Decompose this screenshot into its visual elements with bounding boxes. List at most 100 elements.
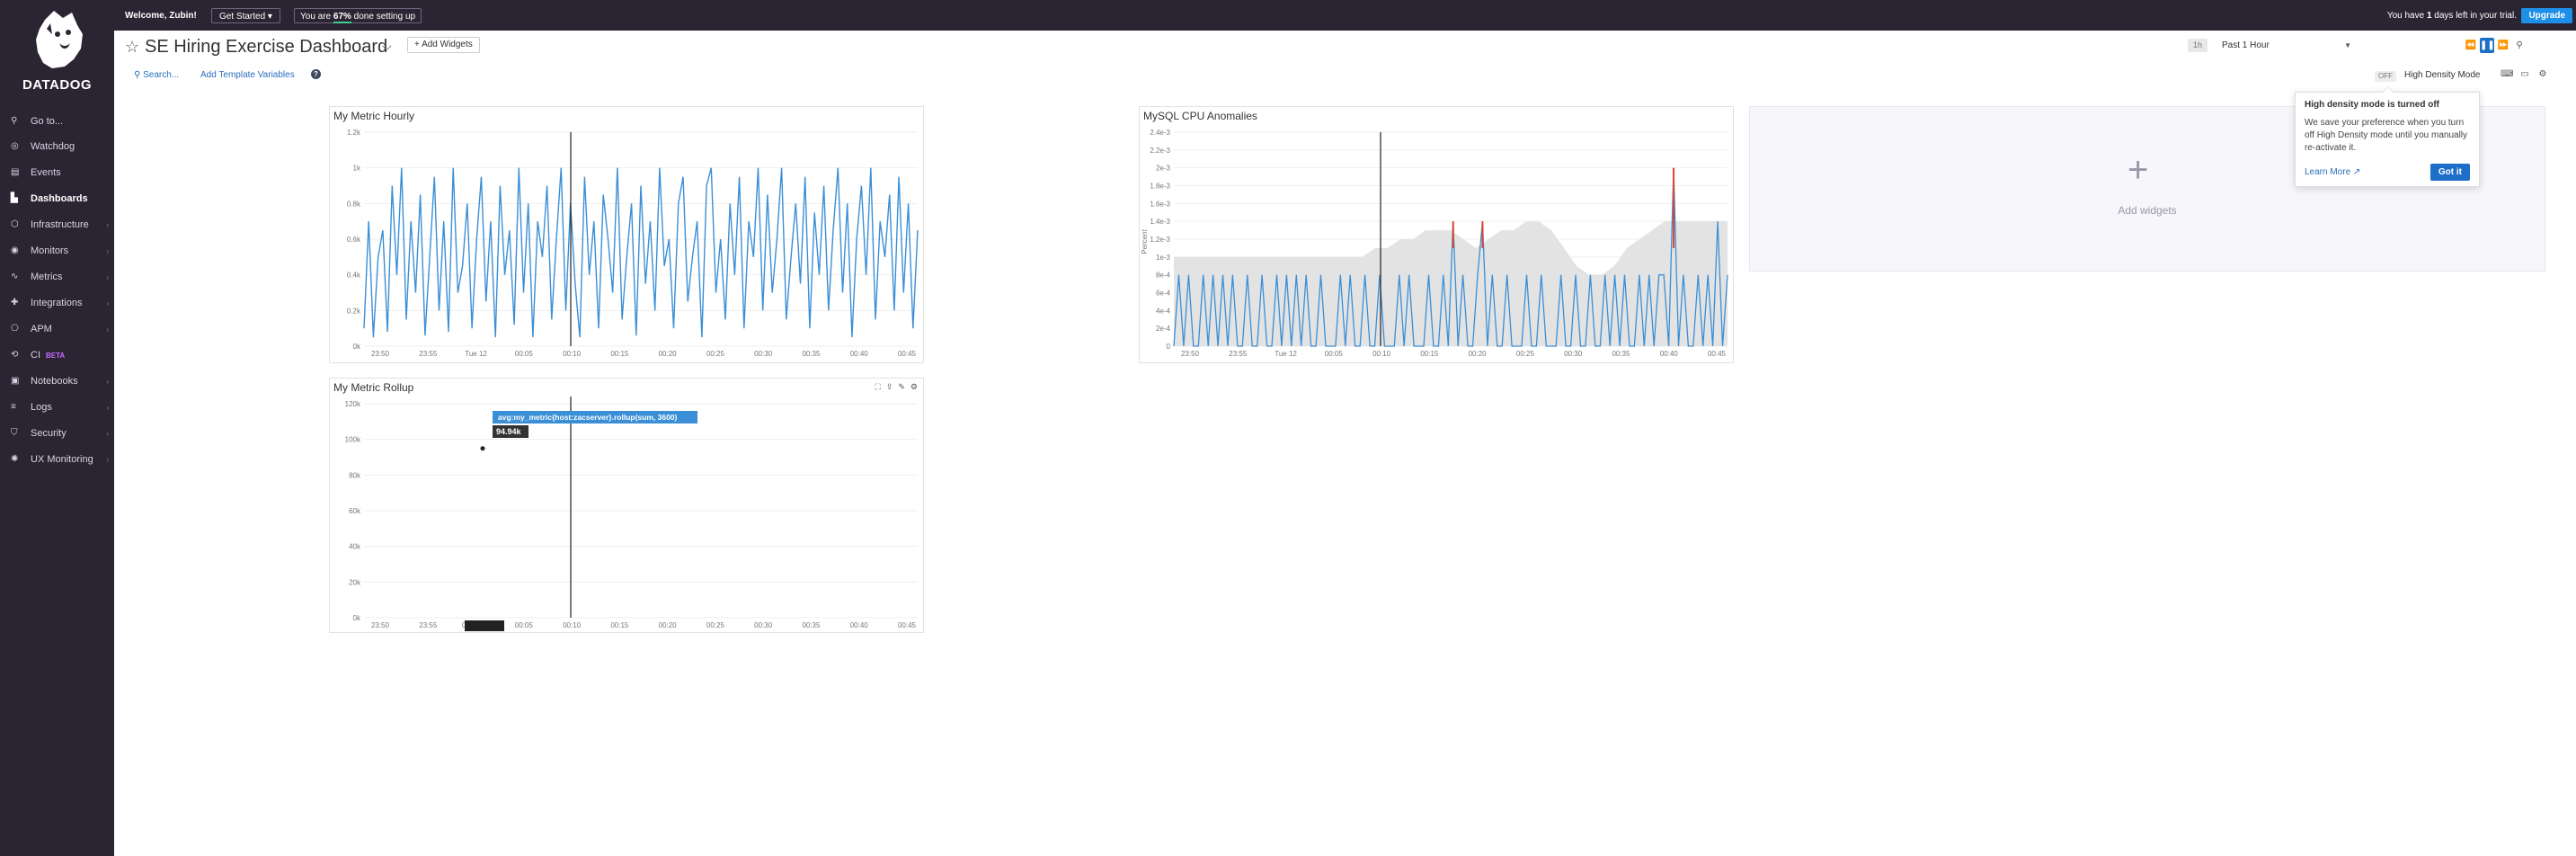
high-density-label: High Density Mode	[2404, 70, 2481, 80]
got-it-button[interactable]: Got it	[2429, 164, 2470, 181]
x-tick-label: 23:55	[419, 621, 438, 629]
x-tick-label: 00:15	[610, 350, 629, 358]
high-density-toggle[interactable]: OFF	[2375, 71, 2396, 82]
add-widgets-label: Add widgets	[2118, 204, 2177, 217]
y-tick-label: 2e-4	[1156, 325, 1171, 333]
sidebar-item-logs[interactable]: ≡ Logs ›	[0, 397, 114, 418]
add-widgets-button[interactable]: + Add Widgets	[407, 37, 480, 53]
x-tick-label: 00:35	[802, 621, 821, 629]
dashboard-title[interactable]: SE Hiring Exercise Dashboard	[145, 37, 387, 58]
search-button[interactable]: ⚲ Search...	[134, 70, 179, 80]
keyboard-icon[interactable]: ⌨	[2500, 69, 2513, 82]
y-tick-label: 0k	[353, 343, 361, 351]
y-tick-label: 2.2e-3	[1150, 147, 1170, 155]
x-tick-label: 00:15	[1420, 350, 1439, 358]
x-tick-label: 00:05	[1325, 350, 1344, 358]
sidebar-item-notebooks[interactable]: ▣ Notebooks ›	[0, 370, 114, 392]
widget-my-metric-hourly[interactable]: My Metric Hourly 0k 0.2k 0.4k 0.6k 0.8k 1k 1.2…	[329, 106, 924, 363]
events-icon: ▤	[11, 167, 20, 177]
logo-text: DATADOG	[22, 77, 93, 93]
sidebar-item-security[interactable]: ⛉ Security ›	[0, 423, 114, 444]
dashboard-header: ☆ SE Hiring Exercise Dashboard ⌵ + Add W…	[114, 31, 2576, 90]
widget-my-metric-rollup[interactable]: My Metric Rollup ⛶ ⇪ ✎ ⚙ 0k 20k 40k 60k 80k 1…	[329, 378, 924, 633]
upgrade-button[interactable]: Upgrade	[2521, 8, 2572, 23]
sidebar-item-events[interactable]: ▤ Events	[0, 162, 114, 183]
ux-icon: ✺	[11, 454, 19, 464]
y-tick-label: 1.6e-3	[1150, 200, 1170, 208]
x-tick-label: 00:10	[563, 621, 582, 629]
tv-mode-icon[interactable]: ▭	[2518, 69, 2531, 82]
chevron-right-icon: ›	[106, 272, 109, 281]
sidebar-item-label: UX Monitoring	[31, 454, 93, 465]
monitor-icon: ◉	[11, 245, 19, 255]
star-icon[interactable]: ☆	[125, 38, 139, 57]
gear-icon[interactable]: ⚙	[2536, 69, 2549, 82]
fast-forward-icon[interactable]: ⏩	[2496, 38, 2510, 53]
timeframe-select[interactable]: Past 1 Hour ▼	[2222, 39, 2355, 52]
y-tick-label: 0.2k	[347, 307, 361, 315]
plus-icon: +	[2127, 150, 2149, 190]
sidebar-item-watchdog[interactable]: ◎ Watchdog	[0, 136, 114, 157]
sidebar-item-monitors[interactable]: ◉ Monitors ›	[0, 240, 114, 262]
y-tick-label: 1.2k	[347, 129, 361, 137]
x-tick-label: Tue 12	[465, 350, 487, 358]
popover-title: High density mode is turned off	[2305, 100, 2440, 110]
learn-more-link[interactable]: Learn More ↗	[2305, 167, 2360, 177]
chart-mysql-cpu-anomalies[interactable]: Percent 0 2e-4 4e-4 6e-4 8e-4 1e-3 1.2e-3 1.4e-3…	[1140, 107, 1735, 364]
x-tick-label: 00:45	[898, 350, 917, 358]
sidebar-item-label: APM	[31, 324, 52, 334]
sidebar-item-dashboards[interactable]: ▙ Dashboards	[0, 188, 114, 210]
sidebar-item-apm[interactable]: ⎔ APM ›	[0, 318, 114, 340]
trial-notice: You have 1 days left in your trial.	[2387, 8, 2517, 23]
x-tick-label: 00:25	[1516, 350, 1535, 358]
widget-mysql-cpu-anomalies[interactable]: MySQL CPU Anomalies Percent 0 2e-4 4e-4 6e-4…	[1139, 106, 1734, 363]
help-icon[interactable]: ?	[311, 69, 321, 79]
x-tick-label: 23:50	[371, 621, 390, 629]
sidebar-item-label: Infrastructure	[31, 219, 89, 230]
chevron-down-icon[interactable]: ⌵	[382, 39, 392, 54]
sidebar-item-label: Notebooks	[31, 376, 78, 387]
y-tick-label: 60k	[349, 507, 361, 515]
x-tick-label: 00:45	[898, 621, 917, 629]
x-tick-label: 00:25	[706, 350, 725, 358]
get-started-button[interactable]: Get Started ▾	[211, 8, 280, 23]
y-tick-label: 1.8e-3	[1150, 183, 1170, 191]
x-tick-label: Tue 12	[1275, 350, 1297, 358]
y-tick-label: 1e-3	[1156, 254, 1171, 262]
sidebar: DATADOG ⚲ Go to... ◎ Watchdog ▤ Events ▙ Dashbo…	[0, 0, 114, 856]
sidebar-item-ux-monitoring[interactable]: ✺ UX Monitoring ›	[0, 449, 114, 470]
y-tick-label: 20k	[349, 578, 361, 586]
high-density-popover: High density mode is turned off We save …	[2295, 86, 2480, 187]
y-tick-label: 2e-3	[1156, 165, 1171, 173]
y-tick-label: 0	[1167, 343, 1171, 351]
sidebar-item-infrastructure[interactable]: ⬡ Infrastructure ›	[0, 214, 114, 236]
sidebar-item-label: Metrics	[31, 272, 63, 282]
sidebar-item-label: Security	[31, 428, 67, 439]
sidebar-item-label: Events	[31, 167, 61, 178]
external-link-icon: ↗	[2352, 167, 2361, 177]
y-tick-label: 4e-4	[1156, 307, 1171, 315]
zoom-icon[interactable]: ⚲	[2512, 38, 2527, 53]
data-point	[480, 446, 485, 451]
y-tick-label: 0k	[353, 614, 361, 622]
series-line	[363, 167, 919, 338]
chart-my-metric-rollup[interactable]: 0k20k40k60k80k100k120k23:5023:5500:00:00…	[330, 379, 925, 634]
sidebar-item-metrics[interactable]: ∿ Metrics ›	[0, 266, 114, 288]
setup-progress[interactable]: You are 67% done setting up	[294, 8, 422, 23]
x-tick-label: 00:40	[850, 621, 869, 629]
chart-my-metric-hourly[interactable]: 0k 0.2k 0.4k 0.6k 0.8k 1k 1.2k 23:50 23:55 Tue 12…	[330, 107, 925, 364]
pause-icon[interactable]: ❚❚	[2480, 38, 2495, 53]
sidebar-item-label: CI	[31, 350, 40, 361]
learn-more-label: Learn More	[2305, 167, 2351, 177]
ci-icon: ⟲	[11, 350, 19, 360]
sidebar-item-label: Logs	[31, 402, 52, 413]
sidebar-item-integrations[interactable]: ✚ Integrations ›	[0, 292, 114, 314]
y-tick-label: 80k	[349, 471, 361, 479]
x-tick-label: 23:50	[1181, 350, 1200, 358]
add-template-variables-link[interactable]: Add Template Variables	[200, 70, 295, 80]
chevron-right-icon: ›	[106, 429, 109, 438]
sidebar-item-go-to[interactable]: ⚲ Go to...	[0, 111, 114, 132]
sidebar-item-ci[interactable]: ⟲ CI BETA	[0, 344, 114, 366]
rewind-icon[interactable]: ⏪	[2464, 38, 2478, 53]
chevron-right-icon: ›	[106, 325, 109, 334]
